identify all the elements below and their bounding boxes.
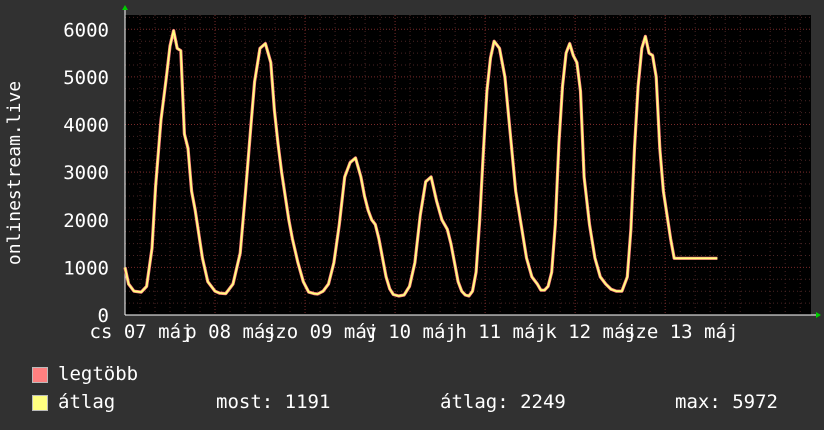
- x-tick-label: h 11 máj: [455, 321, 547, 343]
- y-tick-label: 4000: [63, 115, 109, 137]
- x-tick-label: sze 13 máj: [624, 321, 738, 343]
- y-tick-label: 3000: [63, 162, 109, 184]
- y-tick-label: 6000: [63, 19, 109, 41]
- stat-max: max: 5972: [675, 391, 778, 413]
- legend-swatch-max: [32, 367, 48, 383]
- legend-label-avg: átlag: [58, 391, 116, 413]
- legend-item-avg: átlag most: 1191 átlag: 2249 max: 5972: [30, 390, 810, 414]
- y-tick-label: 2000: [63, 210, 109, 232]
- line-chart: 0100020003000400050006000cs 07 májp 08 m…: [4, 5, 821, 343]
- y-tick-label: 5000: [63, 67, 109, 89]
- y-axis-arrow: [122, 5, 128, 10]
- x-axis-arrow: [816, 312, 821, 318]
- plot-area: [125, 15, 811, 315]
- x-tick-label: cs 07 máj: [90, 321, 193, 343]
- x-tick-label: v 10 máj: [365, 321, 457, 343]
- y-tick-label: 1000: [63, 257, 109, 279]
- legend-label-max: legtöbb: [58, 363, 139, 385]
- y-axis-label: onlinestream.live: [4, 81, 25, 265]
- stat-average: átlag: 2249: [440, 391, 566, 413]
- x-tick-label: szo 09 máj: [264, 321, 378, 343]
- legend-swatch-avg: [32, 395, 48, 411]
- stat-now: most: 1191: [216, 391, 331, 413]
